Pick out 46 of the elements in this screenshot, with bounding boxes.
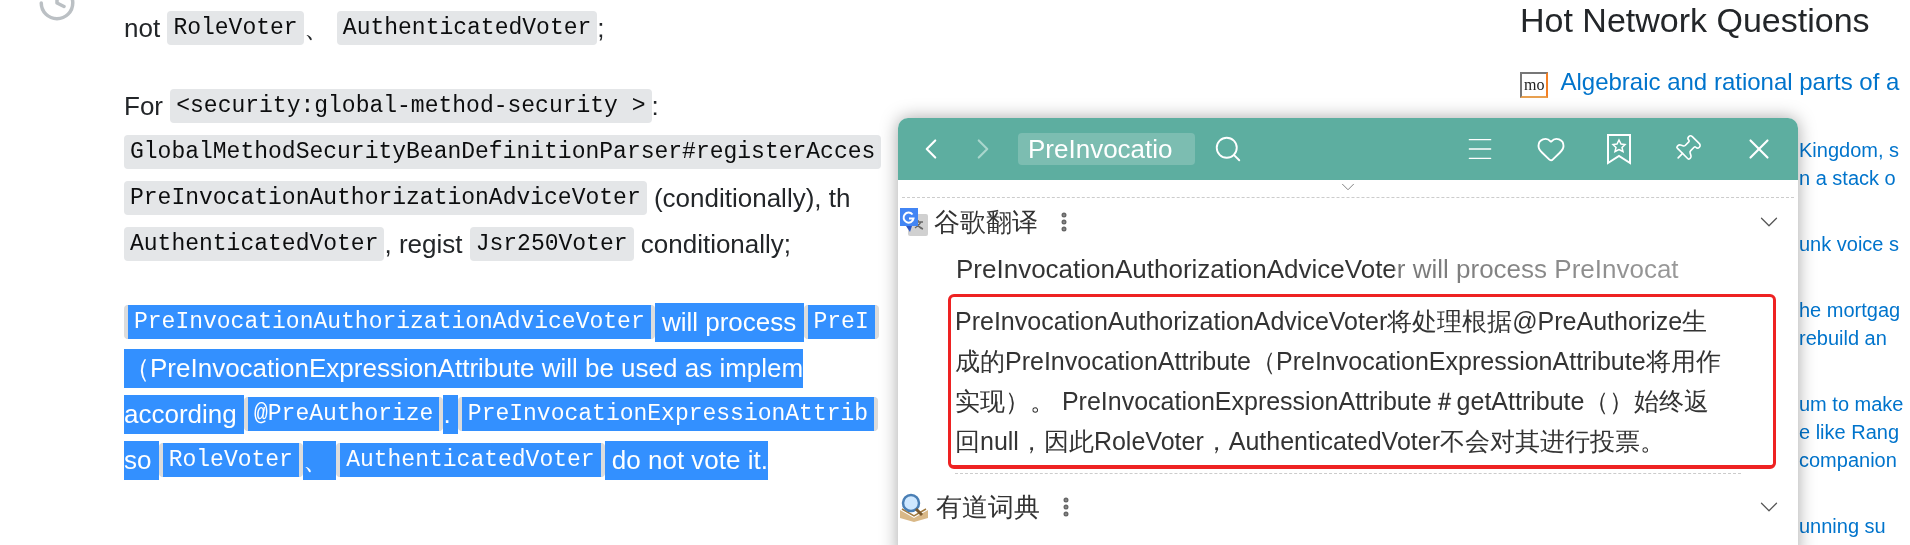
inline-code: PreInvocationAuthorizationAdviceVoter	[124, 181, 647, 215]
section-title: 有道词典	[936, 490, 1040, 524]
question-link[interactable]: um to make	[1799, 390, 1904, 418]
question-link[interactable]: unning su	[1799, 512, 1886, 540]
inline-code: AuthenticatedVoter	[336, 443, 605, 477]
body-text: not	[124, 11, 162, 45]
question-link[interactable]: e like Rang	[1799, 418, 1904, 446]
question-link[interactable]: n a stack o	[1799, 164, 1900, 192]
body-text: , regist	[384, 227, 464, 261]
search-icon[interactable]	[1213, 134, 1243, 164]
body-text: ;	[597, 11, 605, 45]
body-text: (conditionally), th	[652, 181, 851, 215]
inline-code: GlobalMethodSecurityBeanDefinitionParser#registerAcces	[124, 135, 882, 169]
inline-code: RoleVoter	[158, 443, 303, 477]
inline-code: <security:global-method-security >	[170, 89, 652, 123]
inline-code: AuthenticatedVoter	[124, 227, 385, 261]
site-logo: mo	[1520, 72, 1549, 98]
dictionary-icon	[898, 492, 930, 522]
body-text: .	[443, 394, 458, 434]
inline-code: PreInvocationAuthorizationAdviceVoter	[124, 305, 655, 339]
body-text: so	[124, 440, 159, 480]
section-title: 谷歌翻译	[934, 205, 1038, 239]
inline-code: PreI	[803, 305, 879, 339]
question-link[interactable]: rebuild an	[1799, 324, 1901, 352]
body-text: 、	[303, 11, 331, 45]
body-text: do not vote it.	[604, 440, 768, 480]
sidebar-heading: Hot Network Questions	[1520, 0, 1871, 40]
body-text: （PreInvocationExpressionAttribute will be used as implem	[124, 348, 804, 388]
question-link[interactable]: unk voice s	[1799, 230, 1900, 258]
body-text: conditionally;	[639, 227, 792, 261]
body-text: will process	[654, 302, 804, 342]
inline-code: PreInvocationExpressionAttrib	[457, 397, 879, 431]
inline-code: Jsr250Voter	[469, 227, 634, 261]
translation-text: PreInvocationAuthorizationAdviceVoter将处理根据@PreAuthorize生 成的PreInvocationAttribute（PreInvocationExpressionAttribute将用作 实现）。 PreInvocationExpressionAttribute＃getAttribute（）始终返 回null，因此RoleVoter，AuthenticatedVoter不会对其进行投票。	[948, 294, 1776, 469]
question-link[interactable]: Kingdom, s	[1799, 136, 1900, 164]
body-text: :	[651, 89, 659, 123]
inline-code: RoleVoter	[167, 11, 304, 45]
inline-code: @PreAuthorize	[243, 397, 444, 431]
question-link[interactable]: he mortgag	[1799, 296, 1901, 324]
bookmark-star-icon[interactable]	[1606, 133, 1632, 165]
body-text: according	[124, 394, 244, 434]
body-text: 、	[302, 440, 337, 480]
body-text: For	[124, 89, 164, 123]
inline-code: AuthenticatedVoter	[336, 11, 598, 45]
question-link[interactable]: companion	[1799, 446, 1904, 474]
question-link[interactable]: Algebraic and rational parts of a	[1560, 68, 1900, 96]
